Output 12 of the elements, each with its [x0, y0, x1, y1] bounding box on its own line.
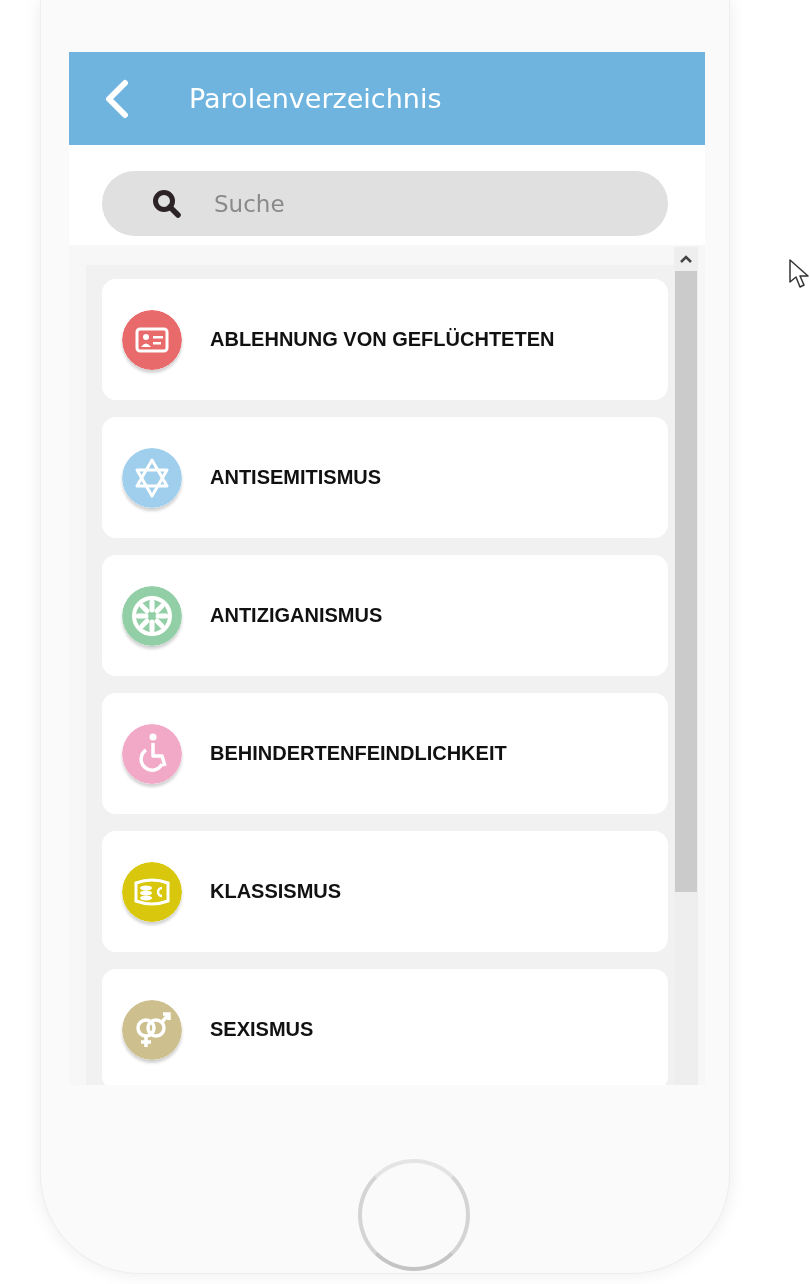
category-card[interactable]: KLASSISMUS: [102, 831, 668, 952]
screen-title: Parolenverzeichnis: [189, 83, 442, 114]
category-card[interactable]: BEHINDERTENFEINDLICHKEIT: [102, 693, 668, 814]
category-card[interactable]: ANTISEMITISMUS: [102, 417, 668, 538]
category-card[interactable]: SEXISMUS: [102, 969, 668, 1085]
category-card[interactable]: ANTIZIGANISMUS: [102, 555, 668, 676]
scrollbar[interactable]: [674, 247, 698, 1085]
home-button[interactable]: [358, 1159, 470, 1271]
mouse-cursor-icon: [788, 258, 810, 290]
back-button[interactable]: [103, 78, 129, 119]
search-field[interactable]: Suche: [102, 171, 668, 236]
category-card[interactable]: ABLEHNUNG VON GEFLÜCHTETEN: [102, 279, 668, 400]
